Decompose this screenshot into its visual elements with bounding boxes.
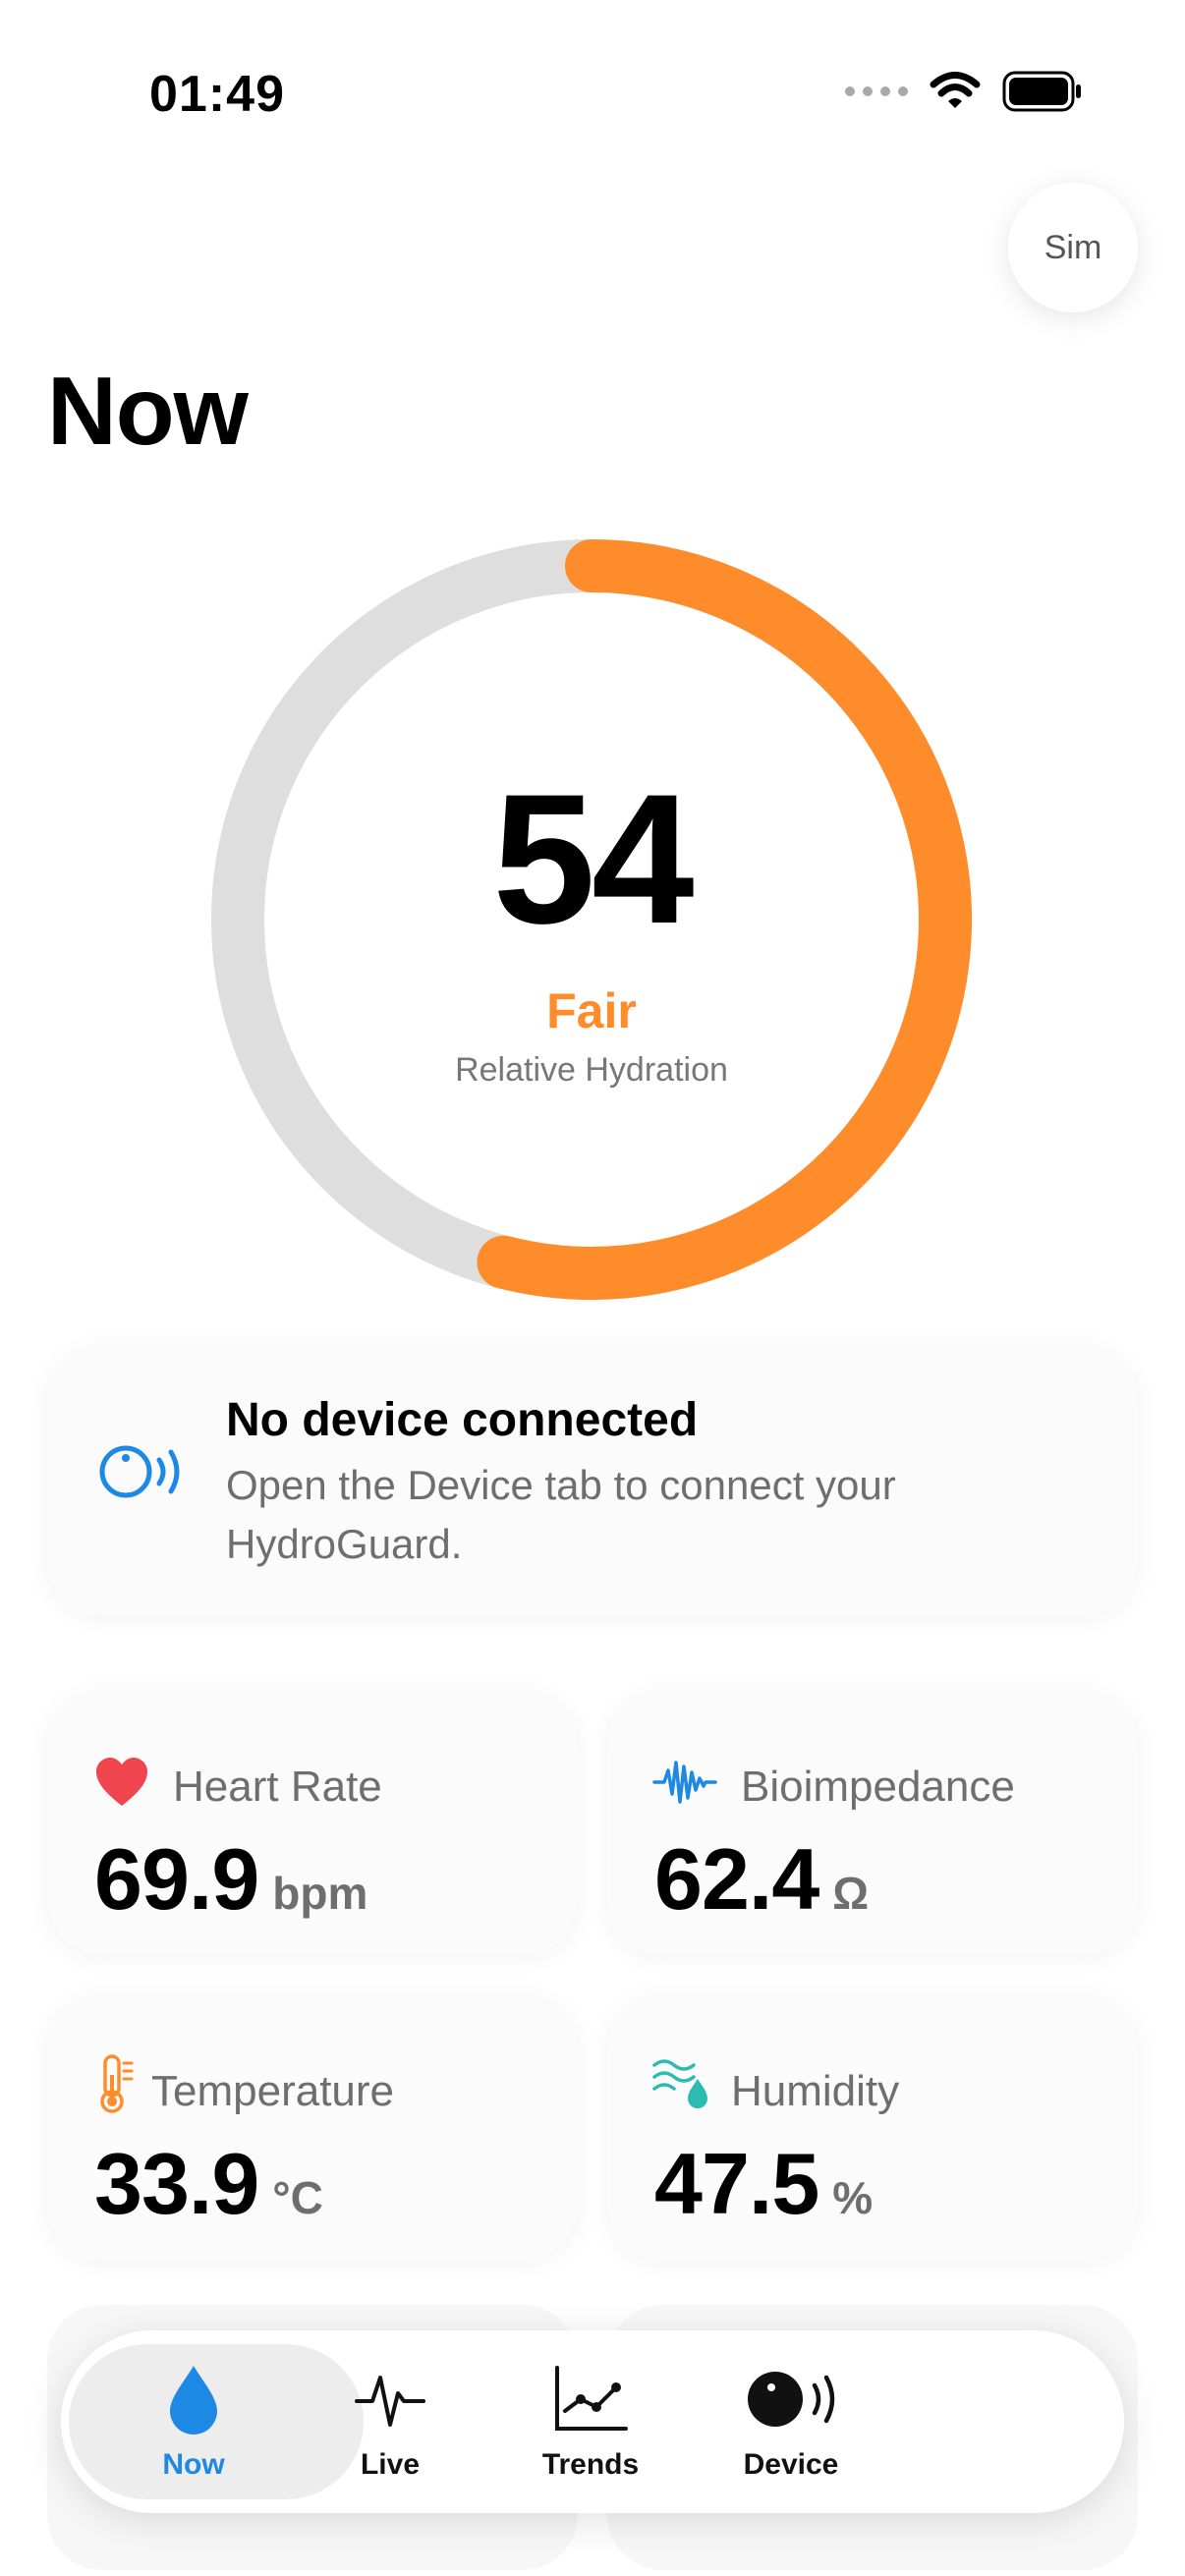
tab-device[interactable]: Device bbox=[658, 2330, 924, 2513]
waveform-icon bbox=[652, 1761, 717, 1804]
trend-chart-icon bbox=[555, 2366, 628, 2431]
metric-label: Bioimpedance bbox=[741, 1763, 1015, 1811]
wifi-icon bbox=[930, 72, 981, 108]
pulse-icon bbox=[355, 2376, 425, 2427]
metric-label: Humidity bbox=[731, 2067, 900, 2115]
status-time: 01:49 bbox=[149, 66, 285, 123]
hydration-value: 54 bbox=[492, 756, 694, 962]
metric-card-humidity[interactable]: Humidity 47.5% bbox=[607, 1994, 1138, 2260]
sim-button-label: Sim bbox=[1044, 228, 1102, 266]
device-status-card[interactable]: No device connected Open the Device tab … bbox=[47, 1344, 1138, 1615]
tab-label: Device bbox=[743, 2448, 839, 2481]
thermometer-icon bbox=[100, 2054, 134, 2113]
sim-button[interactable]: Sim bbox=[1008, 183, 1138, 312]
device-card-title: No device connected bbox=[226, 1394, 699, 1446]
cellular-icon bbox=[845, 86, 908, 96]
metric-card-temperature[interactable]: Temperature 33.9 °C bbox=[47, 1994, 578, 2260]
tab-bar: Now Live Trends Device bbox=[61, 2330, 1124, 2513]
humidity-icon bbox=[652, 2059, 707, 2108]
metric-unit: % bbox=[832, 2172, 874, 2223]
metric-unit: °C bbox=[272, 2172, 323, 2223]
metric-label: Heart Rate bbox=[173, 1763, 382, 1811]
page-title: Now bbox=[47, 357, 249, 465]
hydration-status: Fair bbox=[546, 983, 637, 1038]
metric-card-bioimpedance[interactable]: Bioimpedance 62.4 Ω bbox=[607, 1690, 1138, 1955]
heart-icon bbox=[96, 1758, 147, 1806]
metric-value: 33.9 °C bbox=[94, 2135, 323, 2232]
metric-value: 47.5% bbox=[654, 2135, 874, 2232]
metric-value: 62.4 Ω bbox=[654, 1830, 870, 1928]
metric-value: 69.9 bpm bbox=[94, 1830, 368, 1928]
status-icons bbox=[845, 71, 1083, 112]
device-card-description: Open the Device tab to connect your Hydr… bbox=[226, 1462, 896, 1567]
metric-unit: bpm bbox=[272, 1868, 368, 1919]
gauge-center: 54 Fair Relative Hydration bbox=[210, 538, 973, 1301]
hydration-caption: Relative Hydration bbox=[455, 1051, 728, 1089]
device-signal-icon bbox=[99, 1445, 180, 1498]
drop-icon bbox=[170, 2366, 217, 2435]
metric-label: Temperature bbox=[151, 2067, 395, 2115]
device-icon bbox=[748, 2372, 835, 2427]
battery-icon bbox=[1002, 71, 1081, 112]
metric-card-heart-rate[interactable]: Heart Rate 69.9 bpm bbox=[47, 1690, 578, 1955]
screen: 01:49 Sim Now 54 Fair Relative Hydration bbox=[0, 0, 1185, 2576]
metric-unit: Ω bbox=[832, 1868, 870, 1919]
